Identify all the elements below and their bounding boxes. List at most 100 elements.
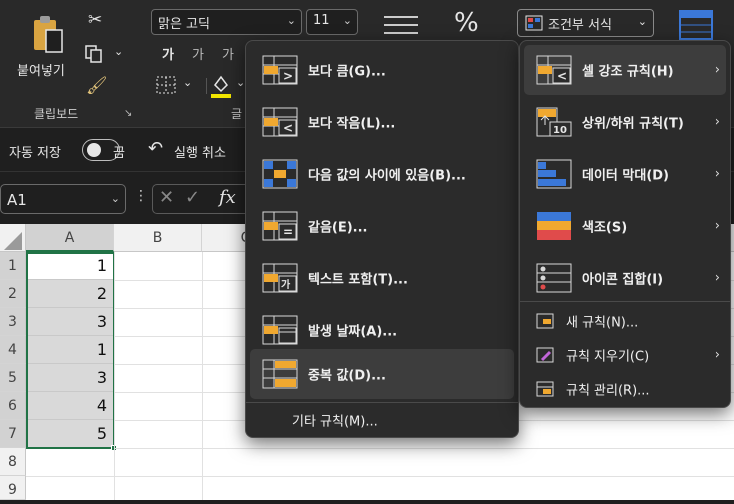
select-all-triangle-icon bbox=[4, 232, 22, 250]
conditional-format-button[interactable]: 조건부 서식 ⌄ bbox=[517, 9, 654, 37]
menu-item-clear-rules[interactable]: 규칙 지우기(C) › bbox=[524, 339, 726, 371]
borders-icon[interactable] bbox=[156, 76, 176, 94]
row-header-2[interactable]: 2 bbox=[0, 280, 26, 308]
menu-item-label: 새 규칙(N)... bbox=[566, 315, 639, 331]
formula-input[interactable]: ✕ ✓ fx bbox=[152, 184, 252, 214]
greater-than-icon: > bbox=[262, 55, 298, 85]
cell-a6[interactable]: 4 bbox=[26, 392, 114, 420]
date-occurring-icon bbox=[262, 315, 298, 345]
dialog-launcher-icon[interactable]: ↘ bbox=[124, 108, 132, 119]
icon-sets-icon bbox=[536, 263, 572, 293]
menu-item-date-occurring[interactable]: 발생 날짜(A)... bbox=[250, 305, 514, 355]
menu-item-text-contains[interactable]: 가 텍스트 포함(T)... bbox=[250, 253, 514, 303]
cell-a7[interactable]: 5 bbox=[26, 420, 114, 448]
row-header-9[interactable]: 9 bbox=[0, 476, 26, 500]
cell-a2[interactable]: 2 bbox=[26, 280, 114, 308]
cell-a5[interactable]: 3 bbox=[26, 364, 114, 392]
name-box-value: A1 bbox=[7, 191, 27, 209]
borders-dropdown-icon[interactable]: ⌄ bbox=[183, 76, 192, 89]
menu-item-manage-rules[interactable]: 규칙 관리(R)... bbox=[524, 373, 726, 405]
autosave-label: 자동 저장 bbox=[9, 146, 61, 161]
text-contains-icon: 가 bbox=[262, 263, 298, 293]
copy-icon[interactable] bbox=[84, 44, 104, 64]
menu-item-label: 규칙 지우기(C) bbox=[566, 349, 650, 365]
menu-item-new-rule[interactable]: 새 규칙(N)... bbox=[524, 305, 726, 337]
menu-item-icon-sets[interactable]: 아이콘 집합(I) › bbox=[524, 253, 726, 303]
format-as-table-icon[interactable] bbox=[679, 10, 713, 40]
menu-divider bbox=[246, 402, 518, 403]
cell-a4[interactable]: 1 bbox=[26, 336, 114, 364]
percent-icon[interactable]: % bbox=[454, 8, 479, 38]
menu-item-more-rules[interactable]: 기타 규칙(M)... bbox=[250, 405, 514, 435]
name-box[interactable]: A1 ⌄ bbox=[0, 184, 126, 214]
fill-color-icon[interactable] bbox=[210, 73, 232, 99]
clear-rules-icon bbox=[536, 347, 554, 363]
cell-a1[interactable]: 1 bbox=[26, 252, 114, 280]
highlight-cells-rules-icon: < bbox=[536, 55, 572, 85]
more-icon[interactable]: ⋮ bbox=[134, 188, 148, 204]
menu-item-greater-than[interactable]: > 보다 큼(G)... bbox=[250, 45, 514, 95]
manage-rules-icon bbox=[536, 381, 554, 397]
row-header-6[interactable]: 6 bbox=[0, 392, 26, 420]
paste-button[interactable]: 붙여넣기 bbox=[17, 60, 65, 79]
select-all-corner[interactable] bbox=[0, 224, 26, 252]
gridline bbox=[26, 476, 734, 477]
menu-item-less-than[interactable]: < 보다 작음(L)... bbox=[250, 97, 514, 147]
row-header-7[interactable]: 7 bbox=[0, 420, 26, 448]
row-header-8[interactable]: 8 bbox=[0, 448, 26, 476]
menu-item-top-bottom-rules[interactable]: 10 상위/하위 규칙(T) › bbox=[524, 97, 726, 147]
font-size-select[interactable]: 11 ⌄ bbox=[306, 9, 358, 35]
highlight-rules-submenu: > 보다 큼(G)... < 보다 작음(L)... 다음 값의 사이에 있음(… bbox=[245, 40, 519, 438]
menu-item-label: 셀 강조 규칙(H) bbox=[582, 64, 674, 80]
shrink-font-icon[interactable]: 가 bbox=[192, 44, 204, 63]
cut-icon[interactable]: ✂ bbox=[88, 10, 102, 30]
row-header-1[interactable]: 1 bbox=[0, 252, 26, 280]
menu-divider bbox=[520, 301, 730, 302]
enter-icon[interactable]: ✓ bbox=[185, 187, 200, 208]
menu-item-color-scales[interactable]: 색조(S) › bbox=[524, 201, 726, 251]
row-header-5[interactable]: 5 bbox=[0, 364, 26, 392]
menu-item-label: 상위/하위 규칙(T) bbox=[582, 116, 684, 132]
copy-dropdown-icon[interactable]: ⌄ bbox=[114, 45, 123, 58]
svg-text:<: < bbox=[557, 69, 567, 83]
menu-item-data-bars[interactable]: 데이터 막대(D) › bbox=[524, 149, 726, 199]
insert-function-icon[interactable]: fx bbox=[219, 187, 236, 208]
cell-a3[interactable]: 3 bbox=[26, 308, 114, 336]
underline-icon[interactable]: 가 bbox=[222, 44, 234, 63]
menu-item-between[interactable]: 다음 값의 사이에 있음(B)... bbox=[250, 149, 514, 199]
undo-label[interactable]: 실행 취소 bbox=[174, 142, 226, 161]
chevron-right-icon: › bbox=[714, 114, 720, 130]
svg-text:>: > bbox=[283, 69, 293, 83]
chevron-down-icon: ⌄ bbox=[637, 15, 647, 28]
chevron-right-icon: › bbox=[714, 270, 720, 286]
conditional-format-menu: < 셀 강조 규칙(H) › 10 상위/하위 규칙(T) › 데이터 막대(D… bbox=[519, 40, 731, 408]
equal-to-icon: = bbox=[262, 211, 298, 241]
menu-item-label: 텍스트 포함(T)... bbox=[308, 272, 408, 288]
gridline bbox=[202, 252, 203, 500]
font-name-value: 맑은 고딕 bbox=[158, 17, 210, 32]
chevron-down-icon: ⌄ bbox=[342, 14, 352, 27]
menu-item-equal-to[interactable]: = 같음(E)... bbox=[250, 201, 514, 251]
menu-item-label: 기타 규칙(M)... bbox=[292, 414, 378, 430]
fill-dropdown-icon[interactable]: ⌄ bbox=[236, 76, 245, 89]
row-header-4[interactable]: 4 bbox=[0, 336, 26, 364]
chevron-down-icon: ⌄ bbox=[286, 14, 296, 27]
column-header-b[interactable]: B bbox=[114, 224, 202, 252]
format-painter-icon[interactable]: 🖌 bbox=[86, 76, 108, 96]
color-scales-icon bbox=[537, 212, 571, 240]
font-name-select[interactable]: 맑은 고딕 ⌄ bbox=[151, 9, 302, 35]
svg-text:10: 10 bbox=[553, 125, 567, 136]
svg-text:<: < bbox=[283, 121, 293, 135]
menu-item-duplicate-values[interactable]: 중복 값(D)... bbox=[250, 349, 514, 399]
grow-font-icon[interactable]: 가 bbox=[162, 44, 174, 63]
menu-item-highlight-cells-rules[interactable]: < 셀 강조 규칙(H) › bbox=[524, 45, 726, 95]
column-header-a[interactable]: A bbox=[26, 224, 114, 252]
align-icon[interactable] bbox=[384, 16, 418, 34]
cancel-icon[interactable]: ✕ bbox=[159, 187, 174, 208]
chevron-right-icon: › bbox=[714, 347, 720, 363]
paste-icon[interactable] bbox=[30, 14, 66, 54]
undo-icon[interactable]: ↶ bbox=[148, 138, 163, 159]
row-header-3[interactable]: 3 bbox=[0, 308, 26, 336]
menu-item-label: 색조(S) bbox=[582, 220, 628, 236]
data-bars-icon bbox=[536, 159, 572, 189]
